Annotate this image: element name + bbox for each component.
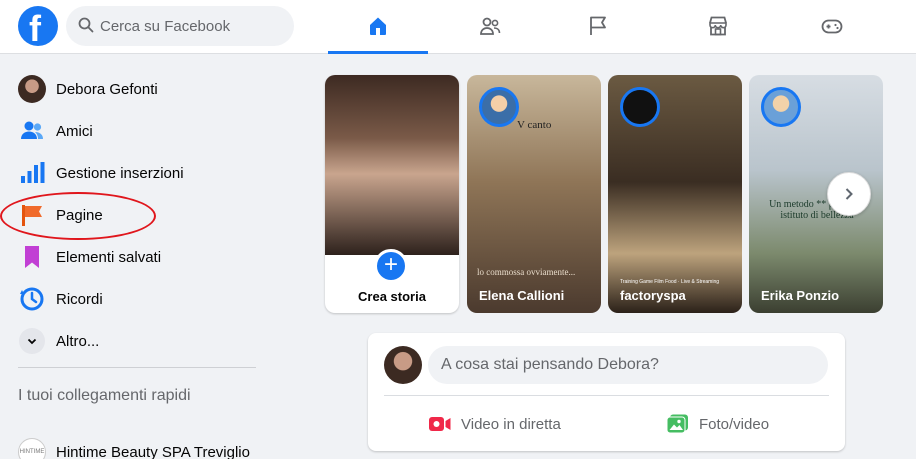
facebook-logo-letter: f <box>29 8 41 49</box>
ads-manager-icon <box>21 162 45 183</box>
home-icon <box>370 17 386 35</box>
gaming-icon <box>821 19 843 34</box>
story-card[interactable]: Training Game Film Food · Live & Streami… <box>608 75 742 313</box>
story-author-name: Erika Ponzio <box>761 288 840 303</box>
sidebar-item-ads-manager[interactable]: Gestione inserzioni <box>18 155 184 191</box>
tab-friends[interactable] <box>440 0 540 52</box>
sidebar-item-label: Elementi salvati <box>56 248 162 266</box>
plus-icon[interactable]: + <box>374 249 408 283</box>
live-video-button[interactable]: Video in diretta <box>428 407 561 441</box>
flag-icon <box>590 16 606 35</box>
create-story-card[interactable]: + Crea storia <box>325 75 459 313</box>
chevron-right-icon <box>845 188 853 200</box>
photo-video-button[interactable]: Foto/video <box>666 407 769 441</box>
sidebar-item-label: Altro... <box>56 332 100 350</box>
shortcuts-heading: I tuoi collegamenti rapidi <box>18 387 191 404</box>
chevron-down-icon <box>19 328 45 354</box>
sidebar-item-more[interactable]: Altro... <box>18 323 99 359</box>
top-navigation-bar: f <box>0 0 916 54</box>
stories-next-button[interactable] <box>827 172 871 216</box>
shortcut-label: Hintime Beauty SPA Treviglio <box>56 443 250 459</box>
bookmark-icon <box>25 246 39 268</box>
live-video-icon <box>429 417 451 431</box>
tab-gaming[interactable] <box>782 0 882 52</box>
tab-pages[interactable] <box>548 0 648 52</box>
sidebar-item-profile[interactable]: Debora Gefonti <box>18 71 158 107</box>
search-icon <box>78 17 94 33</box>
factoryspa-logo <box>620 87 660 127</box>
sidebar-item-friends[interactable]: Amici <box>18 113 93 149</box>
post-composer: Video in diretta Foto/video <box>368 333 845 451</box>
story-photo <box>325 75 459 255</box>
facebook-logo[interactable]: f <box>18 6 58 49</box>
tab-home[interactable] <box>328 0 428 54</box>
memories-clock-icon <box>20 287 44 311</box>
annotation-circle <box>0 192 156 240</box>
marketplace-icon <box>709 16 727 36</box>
story-overlay-text: lo commossa ovviamente... <box>477 267 576 277</box>
search-box[interactable] <box>66 6 294 46</box>
sidebar-item-label: Amici <box>56 122 93 140</box>
friends-icon <box>480 17 501 35</box>
story-avatar <box>479 87 519 127</box>
photo-video-label: Foto/video <box>699 415 770 433</box>
sidebar-item-label: Gestione inserzioni <box>56 164 184 182</box>
sidebar-item-label: Debora Gefonti <box>56 80 158 98</box>
sidebar-divider <box>18 367 256 368</box>
whats-on-your-mind-input[interactable] <box>428 346 828 384</box>
sidebar-item-saved[interactable]: Elementi salvati <box>18 239 161 275</box>
photo-icon <box>666 414 688 434</box>
sidebar-item-memories[interactable]: Ricordi <box>18 281 103 317</box>
story-overlay-text: Training Game Film Food · Live & Streami… <box>620 279 720 285</box>
tab-marketplace[interactable] <box>668 0 768 52</box>
create-story-label: Crea storia <box>358 289 426 304</box>
friends-icon <box>21 121 43 139</box>
story-author-name: factoryspa <box>620 288 686 303</box>
shortcut-item[interactable]: HINTIME Hintime Beauty SPA Treviglio <box>18 434 250 459</box>
sidebar-item-label: Ricordi <box>56 290 103 308</box>
story-author-name: Elena Callioni <box>479 288 565 303</box>
profile-avatar <box>18 75 46 103</box>
story-overlay-text: V canto <box>517 119 552 131</box>
story-card[interactable]: V canto lo commossa ovviamente... Elena … <box>467 75 601 313</box>
profile-avatar[interactable] <box>384 346 422 384</box>
story-avatar <box>761 87 801 127</box>
shortcut-avatar: HINTIME <box>18 438 46 459</box>
composer-divider <box>384 395 829 396</box>
live-video-label: Video in diretta <box>461 415 561 433</box>
search-input[interactable] <box>100 6 285 46</box>
